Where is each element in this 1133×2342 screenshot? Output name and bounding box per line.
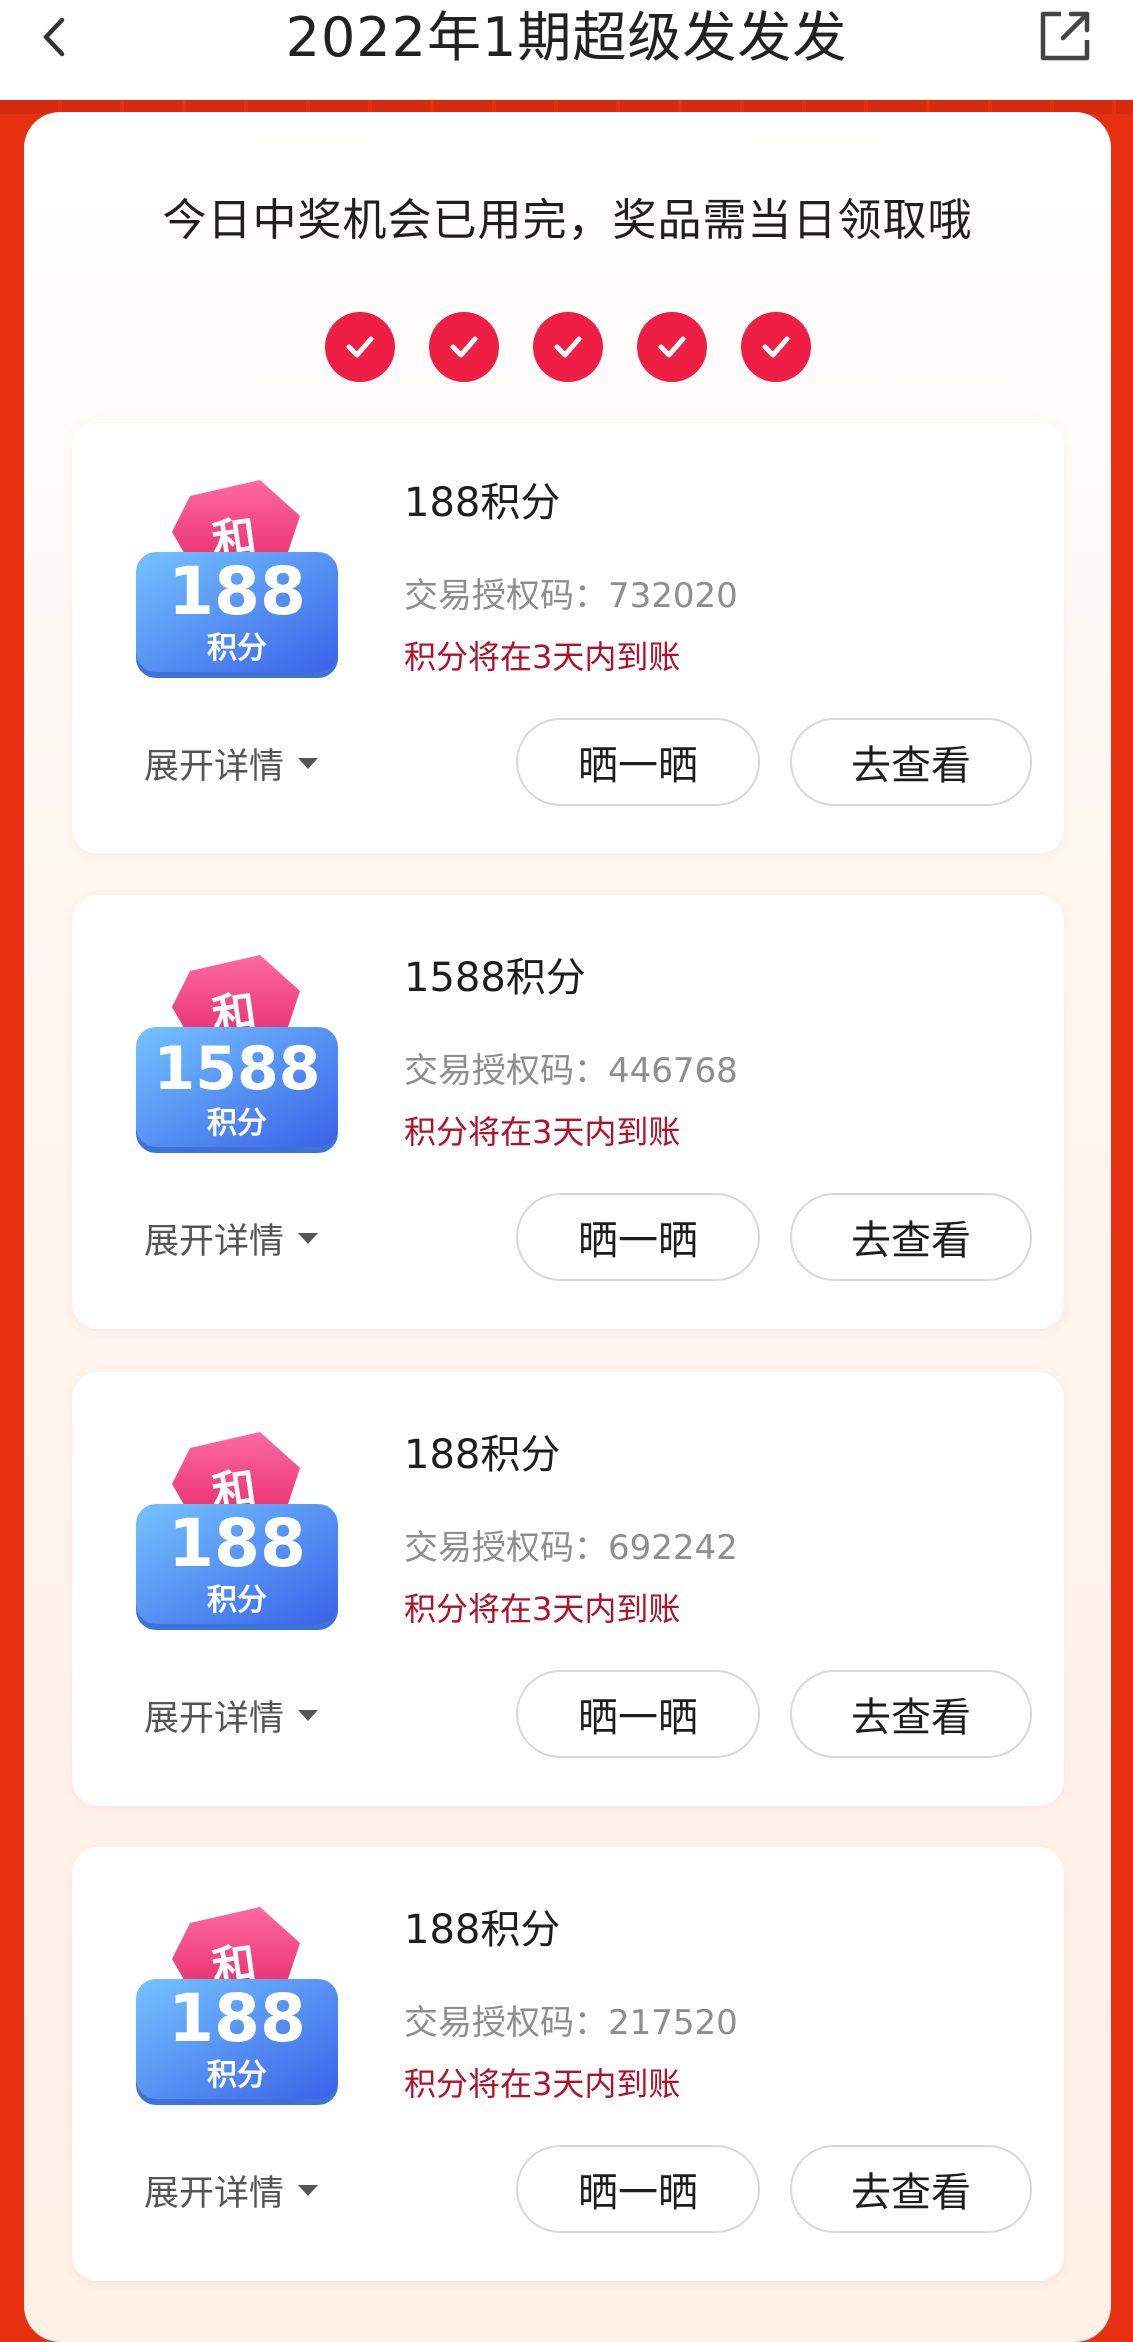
expand-details-label: 展开详情 (144, 747, 285, 787)
share-external-icon[interactable] (1035, 6, 1095, 66)
page-title: 2022年1期超级发发发 (285, 6, 848, 69)
auth-code-value: 692242 (608, 1528, 738, 1568)
auth-code: 交易授权码：692242 (404, 1520, 738, 1569)
results-panel: 今日中奖机会已用完，奖品需当日领取哦 和 188 积分 188积分 交易授权码：… (24, 112, 1111, 2342)
points-badge-icon: 和 188 积分 (136, 1432, 338, 1630)
share-button[interactable]: 晒一晒 (516, 718, 760, 806)
prize-card: 和 188 积分 188积分 交易授权码：732020 积分将在3天内到账 展开… (72, 420, 1064, 854)
arrival-note: 积分将在3天内到账 (404, 1113, 681, 1151)
chances-used-notice: 今日中奖机会已用完，奖品需当日领取哦 (162, 195, 973, 246)
caret-down-icon (298, 2185, 319, 2196)
arrival-note: 积分将在3天内到账 (404, 638, 681, 676)
auth-code-label: 交易授权码： (404, 2003, 608, 2043)
prize-name: 188积分 (404, 1907, 561, 1953)
caret-down-icon (298, 758, 319, 769)
view-button[interactable]: 去查看 (790, 718, 1032, 806)
auth-code-value: 446768 (608, 1051, 738, 1091)
check-circle-icon (532, 312, 603, 382)
check-circle-icon (636, 312, 707, 382)
view-button[interactable]: 去查看 (790, 2145, 1032, 2233)
auth-code-label: 交易授权码： (404, 1528, 608, 1568)
expand-details-toggle[interactable]: 展开详情 (144, 2165, 319, 2216)
expand-details-toggle[interactable]: 展开详情 (144, 1690, 319, 1741)
svg-text:积分: 积分 (207, 631, 267, 666)
top-bar: 2022年1期超级发发发 (0, 0, 1133, 100)
svg-text:积分: 积分 (207, 1106, 267, 1141)
view-button[interactable]: 去查看 (790, 1193, 1032, 1281)
svg-text:积分: 积分 (207, 2058, 267, 2093)
points-badge-icon: 和 188 积分 (136, 480, 338, 678)
auth-code-label: 交易授权码： (404, 1051, 608, 1091)
auth-code-value: 217520 (608, 2003, 738, 2043)
prize-name: 1588积分 (404, 955, 586, 1001)
points-badge-icon: 和 1588 积分 (136, 955, 338, 1153)
auth-code-label: 交易授权码： (404, 576, 608, 616)
caret-down-icon (298, 1233, 319, 1244)
auth-code: 交易授权码：732020 (404, 568, 738, 617)
expand-details-toggle[interactable]: 展开详情 (144, 738, 319, 789)
svg-text:188: 188 (168, 1505, 306, 1582)
chance-check-row (24, 312, 1111, 382)
expand-details-toggle[interactable]: 展开详情 (144, 1213, 319, 1264)
svg-text:188: 188 (168, 553, 306, 630)
svg-text:1588: 1588 (154, 1034, 321, 1104)
prize-card: 和 188 积分 188积分 交易授权码：217520 积分将在3天内到账 展开… (72, 1847, 1064, 2281)
prize-name: 188积分 (404, 480, 561, 526)
auth-code-value: 732020 (608, 576, 738, 616)
share-button[interactable]: 晒一晒 (516, 2145, 760, 2233)
check-circle-icon (428, 312, 499, 382)
check-circle-icon (740, 312, 811, 382)
arrival-note: 积分将在3天内到账 (404, 1590, 681, 1628)
prize-card: 和 188 积分 188积分 交易授权码：692242 积分将在3天内到账 展开… (72, 1372, 1064, 1806)
prize-name: 188积分 (404, 1432, 561, 1478)
prize-card: 和 1588 积分 1588积分 交易授权码：446768 积分将在3天内到账 … (72, 895, 1064, 1329)
expand-details-label: 展开详情 (144, 1222, 285, 1262)
svg-text:188: 188 (168, 1980, 306, 2057)
caret-down-icon (298, 1710, 319, 1721)
expand-details-label: 展开详情 (144, 2174, 285, 2214)
check-circle-icon (324, 312, 395, 382)
points-badge-icon: 和 188 积分 (136, 1907, 338, 2105)
auth-code: 交易授权码：446768 (404, 1043, 738, 1092)
share-button[interactable]: 晒一晒 (516, 1670, 760, 1758)
auth-code: 交易授权码：217520 (404, 1995, 738, 2044)
arrival-note: 积分将在3天内到账 (404, 2065, 681, 2103)
expand-details-label: 展开详情 (144, 1699, 285, 1739)
svg-text:积分: 积分 (207, 1583, 267, 1618)
view-button[interactable]: 去查看 (790, 1670, 1032, 1758)
share-button[interactable]: 晒一晒 (516, 1193, 760, 1281)
